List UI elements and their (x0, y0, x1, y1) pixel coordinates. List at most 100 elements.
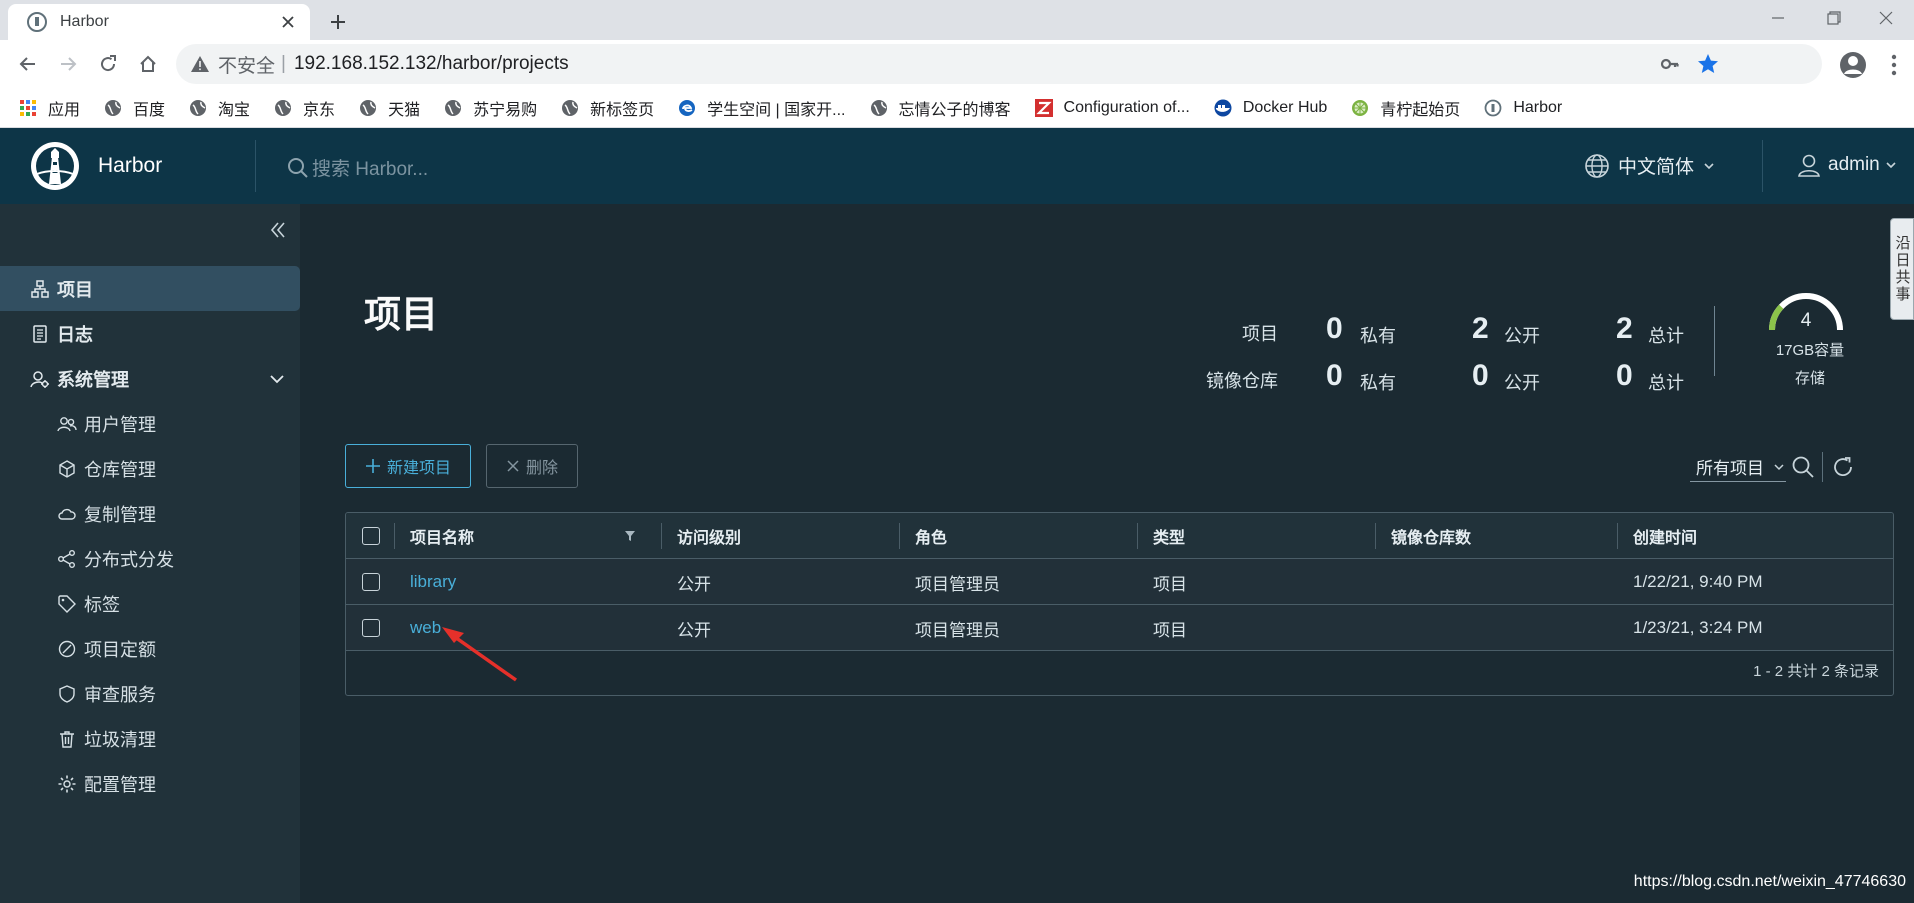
bookmark-tmall[interactable]: 天猫 (358, 92, 420, 124)
browser-menu-icon[interactable] (1884, 52, 1904, 78)
cell-type: 项目 (1153, 620, 1187, 640)
stat-repos-private: 0 (1326, 359, 1343, 392)
column-header-role[interactable]: 角色 (915, 513, 947, 559)
new-tab-icon[interactable] (324, 8, 352, 36)
close-tab-icon[interactable] (278, 12, 298, 32)
delete-button[interactable]: 删除 (486, 444, 578, 488)
table-header: 项目名称 访问级别 角色 类型 镜像仓库数 创建时间 (346, 513, 1893, 559)
language-selector[interactable]: 中文简体 (1584, 152, 1716, 179)
sidebar-item-admin[interactable]: 系统管理 (0, 356, 300, 401)
project-name-link[interactable]: web (410, 605, 441, 651)
warning-icon[interactable] (190, 54, 210, 74)
bookmark-taobao[interactable]: 淘宝 (188, 92, 250, 124)
bookmark-student-space[interactable]: 学生空间 | 国家开... (677, 92, 846, 124)
select-all-checkbox[interactable] (362, 527, 380, 545)
stat-repos-label: 镜像仓库 (1206, 371, 1278, 391)
column-divider (1375, 523, 1376, 549)
sidebar-item-interrogation[interactable]: 审查服务 (0, 671, 300, 716)
table-row[interactable]: library 公开 项目管理员 项目 1/22/21, 9:40 PM (346, 559, 1893, 605)
column-header-access[interactable]: 访问级别 (677, 513, 741, 559)
stat-repos-total: 0 (1616, 359, 1633, 392)
bookmark-suning[interactable]: 苏宁易购 (443, 92, 537, 124)
sidebar-item-users[interactable]: 用户管理 (0, 401, 300, 446)
sidebar-item-labels[interactable]: 标签 (0, 581, 300, 626)
column-header-type[interactable]: 类型 (1153, 513, 1185, 559)
column-header-name[interactable]: 项目名称 (410, 513, 474, 559)
bookmark-docker-hub[interactable]: Docker Hub (1213, 92, 1327, 124)
sidebar-item-logs[interactable]: 日志 (0, 311, 300, 356)
reload-icon[interactable] (92, 50, 124, 78)
stat-total-label: 总计 (1648, 326, 1684, 346)
sidebar-item-label: 审查服务 (84, 684, 156, 705)
bookmark-apps[interactable]: 应用 (18, 92, 80, 124)
forward-icon[interactable] (52, 50, 84, 78)
sidebar-item-configuration[interactable]: 配置管理 (0, 761, 300, 806)
bookmark-jd[interactable]: 京东 (273, 92, 335, 124)
bookmark-label: 应用 (48, 101, 81, 119)
url-text[interactable]: 192.168.152.132/harbor/projects (294, 53, 569, 75)
profile-icon[interactable] (1838, 50, 1868, 80)
user-menu[interactable]: admin (1796, 152, 1898, 178)
brand-name[interactable]: Harbor (98, 154, 162, 178)
table-row[interactable]: web 公开 项目管理员 项目 1/23/21, 3:24 PM (346, 605, 1893, 651)
browser-tabstrip: Harbor (0, 0, 1914, 40)
sidebar-item-registries[interactable]: 仓库管理 (0, 446, 300, 491)
delete-label: 删除 (525, 460, 558, 477)
bookmark-lime[interactable]: 青柠起始页 (1350, 92, 1460, 124)
harbor-logo-icon[interactable] (29, 140, 81, 192)
project-filter-select[interactable]: 所有项目 (1690, 452, 1786, 482)
sidebar-item-distribution[interactable]: 分布式分发 (0, 536, 300, 581)
column-divider (1137, 523, 1138, 549)
stat-projects-total: 2 (1616, 312, 1633, 345)
browser-tab[interactable]: Harbor (8, 4, 310, 40)
column-header-repos[interactable]: 镜像仓库数 (1391, 513, 1471, 559)
chevron-down-icon (1886, 162, 1896, 169)
new-project-button[interactable]: 新建项目 (345, 444, 471, 488)
registry-icon (59, 459, 75, 478)
project-name-link[interactable]: library (410, 559, 456, 605)
annotation-arrow-icon (442, 627, 518, 682)
bookmark-label: 京东 (303, 101, 336, 119)
bookmark-label: 百度 (133, 101, 166, 119)
projects-icon (31, 279, 49, 298)
bookmark-harbor[interactable]: Harbor (1483, 92, 1562, 124)
minimize-icon[interactable] (1750, 0, 1806, 36)
users-icon (57, 416, 77, 431)
edge-icon (677, 98, 697, 118)
table-footer-count: 1 - 2 共计 2 条记录 (1753, 663, 1879, 680)
shield-icon (59, 684, 75, 703)
stat-repos-public: 0 (1472, 359, 1489, 392)
collapse-sidebar-icon[interactable] (266, 218, 290, 242)
sidebar-item-quotas[interactable]: 项目定额 (0, 626, 300, 671)
global-search[interactable]: 搜索 Harbor... (286, 154, 428, 181)
key-icon[interactable] (1660, 54, 1680, 74)
sidebar-item-label: 用户管理 (84, 414, 156, 435)
storage-capacity: 17GB容量 (1775, 342, 1845, 359)
sidebar-item-replication[interactable]: 复制管理 (0, 491, 300, 536)
address-bar[interactable]: 不安全 | 192.168.152.132/harbor/projects (176, 44, 1822, 84)
bookmark-newtab[interactable]: 新标签页 (560, 92, 654, 124)
restore-icon[interactable] (1806, 0, 1862, 36)
filter-icon[interactable] (624, 530, 636, 542)
row-checkbox[interactable] (362, 573, 380, 591)
stat-private-label: 私有 (1360, 373, 1396, 393)
side-helper-tab[interactable]: 沿日共事 (1890, 218, 1914, 320)
row-checkbox[interactable] (362, 619, 380, 637)
close-window-icon[interactable] (1858, 0, 1914, 36)
column-header-created[interactable]: 创建时间 (1633, 513, 1697, 559)
bookmark-configuration[interactable]: Configuration of... (1034, 92, 1190, 124)
watermark-text: https://blog.csdn.net/weixin_47746630 (1633, 873, 1906, 890)
home-icon[interactable] (132, 50, 164, 78)
sidebar-item-gc[interactable]: 垃圾清理 (0, 716, 300, 761)
cell-access: 公开 (677, 620, 711, 640)
search-icon[interactable] (1790, 454, 1816, 480)
sidebar-item-projects[interactable]: 项目 (0, 266, 300, 311)
bookmark-baidu[interactable]: 百度 (103, 92, 165, 124)
refresh-icon[interactable] (1830, 454, 1856, 480)
globe-icon (1585, 153, 1609, 178)
bookmark-star-icon[interactable] (1696, 52, 1720, 76)
stat-public-label: 公开 (1504, 326, 1540, 346)
bookmark-blog[interactable]: 忘情公子的博客 (869, 92, 1011, 124)
back-icon[interactable] (12, 50, 44, 78)
stat-private-label: 私有 (1360, 326, 1396, 346)
